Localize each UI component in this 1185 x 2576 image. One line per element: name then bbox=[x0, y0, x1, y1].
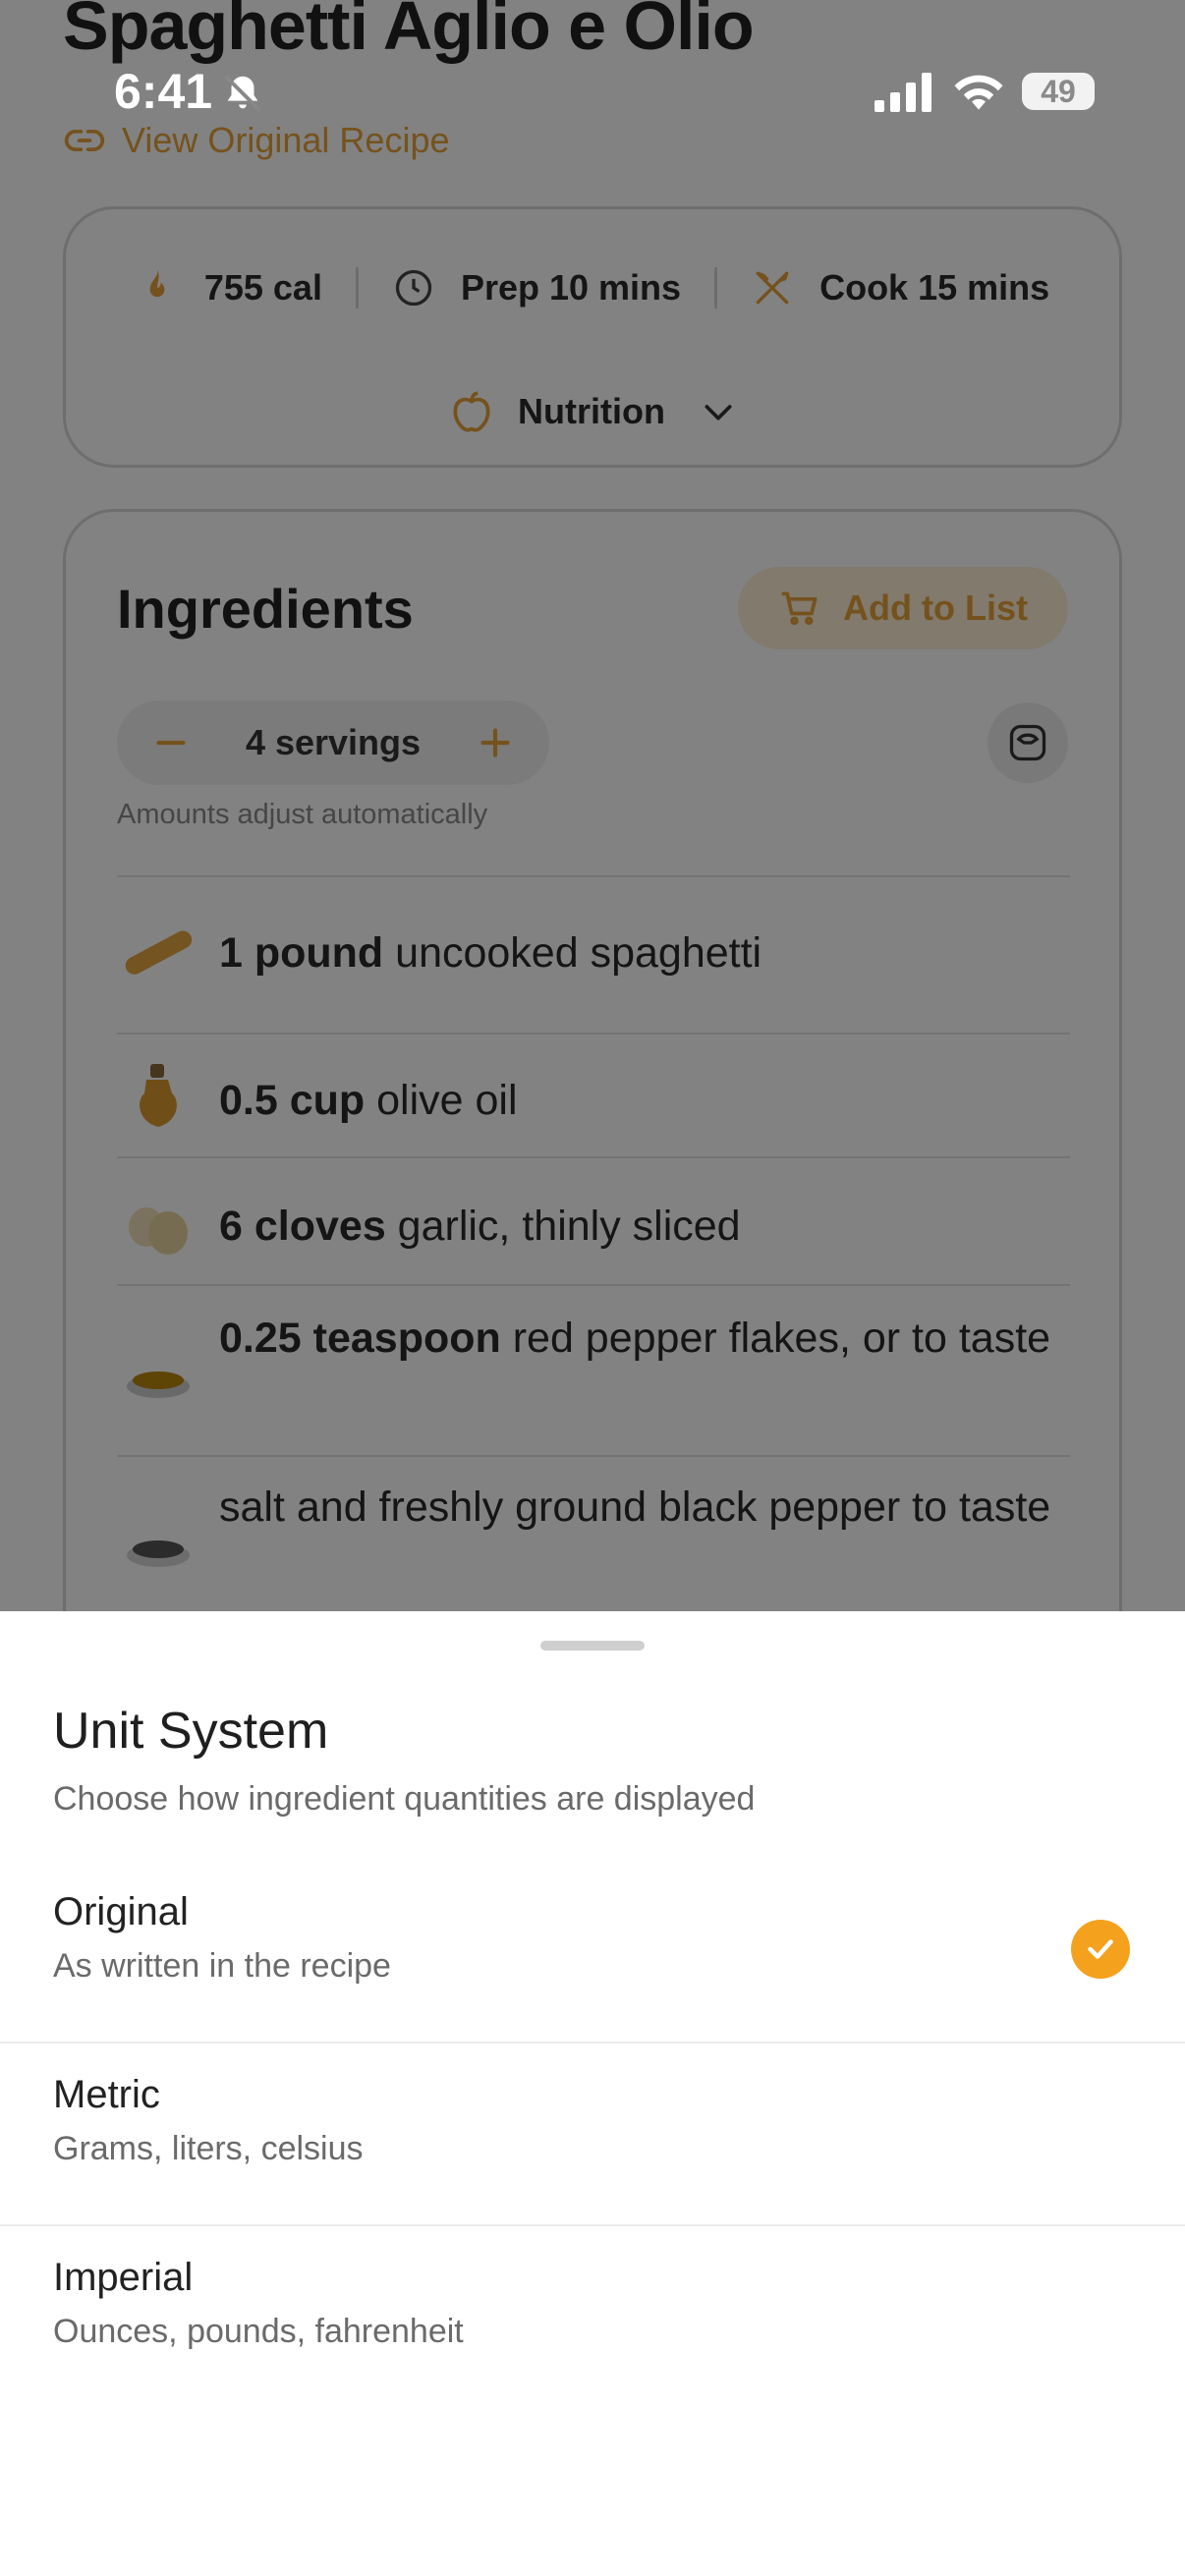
battery-indicator: 49 bbox=[1022, 73, 1095, 110]
wifi-icon bbox=[954, 75, 1003, 110]
option-label: Original bbox=[53, 1890, 189, 1933]
unit-system-sheet: Unit System Choose how ingredient quanti… bbox=[0, 1611, 1185, 2576]
status-bar: 6:41 49 bbox=[0, 59, 1185, 128]
checkmark-icon bbox=[1071, 1920, 1130, 1979]
unit-option-original[interactable]: Original As written in the recipe bbox=[0, 1863, 1185, 2044]
option-label: Imperial bbox=[53, 2256, 194, 2299]
sheet-title: Unit System bbox=[53, 1703, 329, 1760]
sheet-drag-handle[interactable] bbox=[540, 1641, 645, 1651]
unit-option-imperial[interactable]: Imperial Ounces, pounds, fahrenheit bbox=[0, 2228, 1185, 2409]
option-description: Ounces, pounds, fahrenheit bbox=[53, 2313, 464, 2350]
option-label: Metric bbox=[53, 2073, 160, 2116]
unit-option-metric[interactable]: Metric Grams, liters, celsius bbox=[0, 2045, 1185, 2226]
recipe-page: Spaghetti Aglio e Olio View Original Rec… bbox=[0, 0, 1185, 2576]
bell-slash-icon bbox=[224, 75, 261, 112]
sheet-subtitle: Choose how ingredient quantities are dis… bbox=[53, 1780, 756, 1818]
modal-backdrop[interactable] bbox=[0, 0, 1185, 1611]
option-description: Grams, liters, celsius bbox=[53, 2130, 364, 2167]
option-description: As written in the recipe bbox=[53, 1947, 391, 1985]
divider bbox=[0, 2042, 1185, 2044]
status-time: 6:41 bbox=[114, 64, 213, 119]
signal-icon bbox=[875, 73, 931, 112]
battery-level: 49 bbox=[1041, 74, 1076, 109]
divider bbox=[0, 2224, 1185, 2226]
